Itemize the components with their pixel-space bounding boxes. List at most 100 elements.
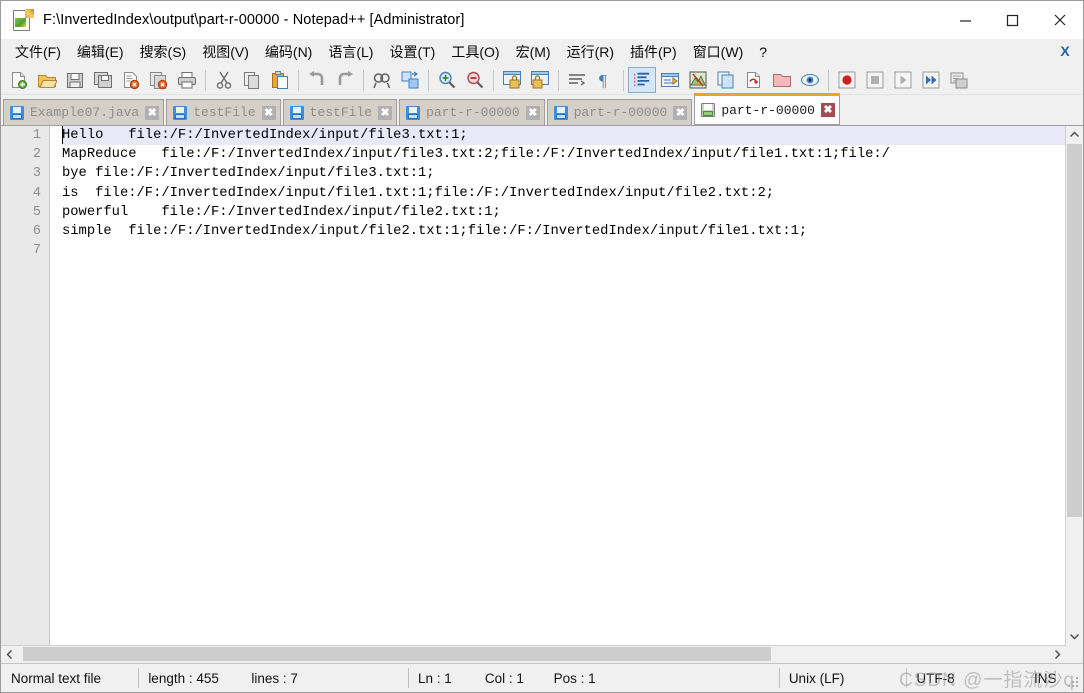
zoom-out-icon[interactable] (461, 67, 489, 93)
tab-example07-java[interactable]: Example07.java ✖ (3, 99, 165, 125)
undo-icon[interactable] (303, 67, 331, 93)
save-all-icon[interactable] (89, 67, 117, 93)
folder-as-workspace-icon[interactable] (768, 67, 796, 93)
scroll-up-icon[interactable] (1066, 126, 1083, 143)
tab-label: testFile (193, 105, 256, 120)
toolbar-separator (828, 69, 829, 91)
show-all-characters-icon[interactable]: ¶ (591, 67, 619, 93)
vertical-scroll-thumb[interactable] (1067, 144, 1082, 517)
status-encoding: UTF-8 (906, 664, 1024, 692)
tab-testfile-1[interactable]: testFile ✖ (166, 99, 281, 125)
menu-item-window[interactable]: 窗口(W) (685, 41, 752, 63)
tab-close-icon[interactable]: ✖ (820, 103, 835, 117)
tab-bar: Example07.java ✖ testFile ✖ testFile ✖ p… (1, 93, 1083, 125)
line-number-gutter: 1 2 3 4 5 6 7 (1, 126, 50, 645)
toolbar-separator (558, 69, 559, 91)
paste-icon[interactable] (266, 67, 294, 93)
stop-macro-icon[interactable] (861, 67, 889, 93)
menu-item-settings[interactable]: 设置(T) (381, 41, 443, 63)
window-title: F:\InvertedIndex\output\part-r-00000 - N… (43, 12, 465, 28)
scroll-down-icon[interactable] (1066, 628, 1083, 645)
menu-item-file[interactable]: 文件(F) (7, 41, 69, 63)
tab-testfile-2[interactable]: testFile ✖ (282, 99, 398, 125)
menu-item-help[interactable]: ? (751, 41, 775, 63)
toolbar-separator (298, 69, 299, 91)
tab-close-icon[interactable]: ✖ (378, 105, 393, 120)
record-macro-icon[interactable] (833, 67, 861, 93)
zoom-in-icon[interactable] (433, 67, 461, 93)
menu-item-edit[interactable]: 编辑(E) (69, 41, 132, 63)
tab-close-icon[interactable]: ✖ (145, 105, 160, 120)
saved-file-icon (10, 105, 24, 120)
toolbar-separator (428, 69, 429, 91)
toolbar-separator (205, 69, 206, 91)
tab-part-r-00000-2[interactable]: part-r-00000 ✖ (546, 99, 693, 125)
menu-item-encoding[interactable]: 编码(N) (257, 41, 320, 63)
indent-guide-icon[interactable] (628, 67, 656, 93)
open-file-icon[interactable] (33, 67, 61, 93)
function-list-icon[interactable] (712, 67, 740, 93)
menu-item-plugins[interactable]: 插件(P) (622, 41, 685, 63)
menu-item-view[interactable]: 视图(V) (194, 41, 257, 63)
editor-pane[interactable]: 1 2 3 4 5 6 7 Hello file:/F:/InvertedInd… (1, 126, 1065, 645)
menu-item-run[interactable]: 运行(R) (559, 41, 622, 63)
horizontal-scrollbar[interactable] (1, 645, 1066, 663)
maximize-button[interactable] (989, 1, 1036, 39)
status-bar: Normal text file length : 455 lines : 7 … (1, 663, 1083, 692)
cut-icon[interactable] (210, 67, 238, 93)
scroll-left-icon[interactable] (1, 646, 18, 663)
close-button[interactable] (1036, 1, 1083, 39)
document-switcher-icon[interactable] (740, 67, 768, 93)
tab-close-icon[interactable]: ✖ (525, 105, 540, 120)
save-macro-icon[interactable] (945, 67, 973, 93)
user-defined-dialog-icon[interactable] (656, 67, 684, 93)
toolbar-separator (623, 69, 624, 91)
tab-close-icon[interactable]: ✖ (261, 105, 276, 120)
saved-file-icon (173, 105, 188, 120)
print-icon[interactable] (173, 67, 201, 93)
copy-icon[interactable] (238, 67, 266, 93)
vertical-scrollbar[interactable] (1065, 126, 1083, 645)
menu-item-tools[interactable]: 工具(O) (443, 41, 507, 63)
toolbar-separator (363, 69, 364, 91)
line-number: 3 (32, 166, 41, 182)
svg-text:¶: ¶ (599, 71, 607, 90)
line-number: 4 (32, 185, 41, 201)
status-file-type: Normal text file (11, 670, 102, 686)
fold-margin[interactable] (50, 126, 60, 645)
close-document-icon[interactable]: X (1057, 42, 1073, 60)
find-icon[interactable] (368, 67, 396, 93)
tab-part-r-00000-1[interactable]: part-r-00000 ✖ (399, 99, 545, 125)
play-macro-icon[interactable] (889, 67, 917, 93)
show-document-map-icon[interactable] (684, 67, 712, 93)
redo-icon[interactable] (331, 67, 359, 93)
monitoring-icon[interactable] (796, 67, 824, 93)
tab-part-r-00000-3-active[interactable]: part-r-00000 ✖ (694, 93, 840, 125)
tab-close-icon[interactable]: ✖ (673, 105, 688, 120)
line-number: 5 (32, 204, 41, 220)
scroll-right-icon[interactable] (1049, 646, 1066, 663)
window-controls (942, 1, 1083, 39)
tab-label: Example07.java (30, 105, 140, 120)
replace-icon[interactable] (396, 67, 424, 93)
sync-horizontal-icon[interactable] (526, 67, 554, 93)
word-wrap-icon[interactable] (563, 67, 591, 93)
menu-item-language[interactable]: 语言(L) (320, 41, 381, 63)
close-file-icon[interactable] (117, 67, 145, 93)
save-icon[interactable] (61, 67, 89, 93)
menu-item-macro[interactable]: 宏(M) (508, 41, 559, 63)
sync-vertical-icon[interactable] (498, 67, 526, 93)
line-number: 7 (32, 243, 41, 259)
saved-file-icon (289, 105, 304, 120)
close-all-icon[interactable] (145, 67, 173, 93)
menu-item-search[interactable]: 搜索(S) (132, 41, 195, 63)
run-macro-multiple-icon[interactable] (917, 67, 945, 93)
new-file-icon[interactable] (5, 67, 33, 93)
horizontal-scroll-thumb[interactable] (23, 647, 771, 661)
code-text-area[interactable]: Hello file:/F:/InvertedIndex/input/file3… (60, 126, 1065, 645)
minimize-button[interactable] (942, 1, 989, 39)
editor-container: 1 2 3 4 5 6 7 Hello file:/F:/InvertedInd… (1, 125, 1083, 645)
toolbar-separator (493, 69, 494, 91)
resize-grip[interactable] (1068, 677, 1080, 689)
tab-label: part-r-00000 (721, 102, 815, 118)
